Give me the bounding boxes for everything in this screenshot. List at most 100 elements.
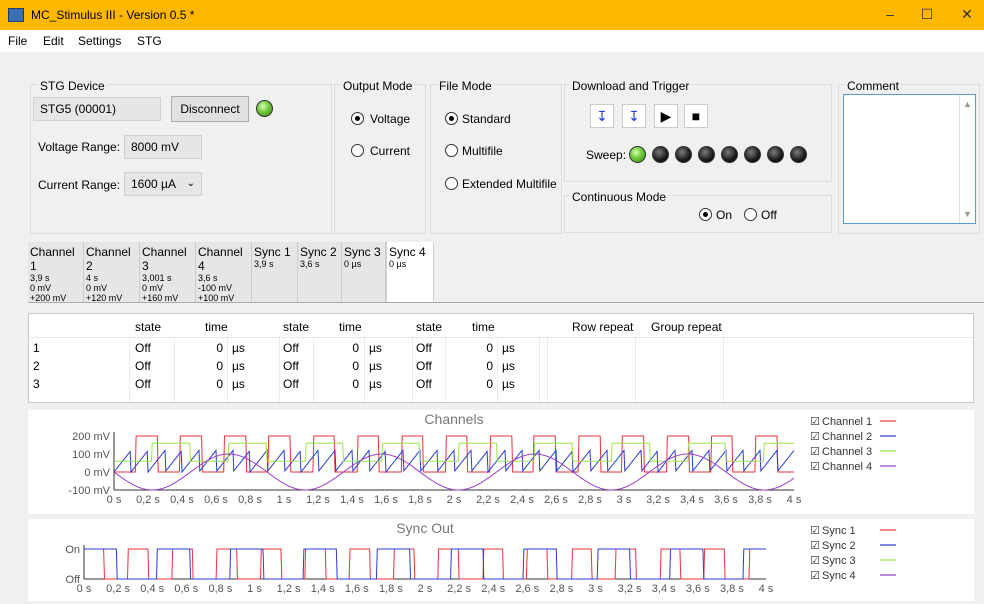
- x-tick-label: 3,6 s: [714, 494, 738, 506]
- comment-textarea[interactable]: ▲ ▼: [843, 94, 976, 224]
- standard-radio[interactable]: [445, 112, 458, 125]
- table-cell[interactable]: 0: [449, 341, 493, 355]
- table-cell[interactable]: µs: [232, 377, 245, 391]
- tab-channel-4[interactable]: Channel 4 3,6 s -100 mV +100 mV: [196, 242, 252, 303]
- scroll-up-icon[interactable]: ▲: [960, 99, 975, 109]
- app-icon: [8, 8, 24, 22]
- current-range-select[interactable]: 1600 µA ⌄: [124, 172, 202, 196]
- table-cell[interactable]: µs: [232, 341, 245, 355]
- current-radio[interactable]: [351, 144, 364, 157]
- table-cell[interactable]: 0: [315, 359, 359, 373]
- x-tick-label: 3,4 s: [652, 583, 676, 595]
- disconnect-button[interactable]: Disconnect: [171, 96, 249, 122]
- table-cell[interactable]: Off: [283, 359, 299, 373]
- table-cell[interactable]: µs: [502, 359, 515, 373]
- column-divider: [635, 338, 636, 402]
- table-cell[interactable]: Off: [416, 377, 432, 391]
- tab-min: 0 mV: [86, 283, 108, 293]
- table-row[interactable]: 3 Off 0 µs Off 0 µs Off 0 µs: [29, 376, 973, 394]
- table-cell[interactable]: Off: [135, 341, 151, 355]
- table-cell[interactable]: 0: [179, 359, 223, 373]
- table-cell[interactable]: µs: [369, 341, 382, 355]
- maximize-icon[interactable]: ☐: [917, 6, 937, 23]
- table-cell[interactable]: 0: [449, 377, 493, 391]
- series-line: [84, 548, 766, 580]
- download-start-icon[interactable]: ↧: [622, 104, 646, 128]
- x-tick-label: 1,8 s: [379, 583, 403, 595]
- table-cell[interactable]: µs: [502, 341, 515, 355]
- tab-min: -100 mV: [198, 283, 233, 293]
- table-cell[interactable]: µs: [502, 377, 515, 391]
- legend-checkbox-icon: ☑: [810, 431, 820, 443]
- x-tick-label: 0,2 s: [106, 583, 130, 595]
- table-cell[interactable]: µs: [232, 359, 245, 373]
- legend-label: Channel 1: [822, 416, 872, 428]
- device-name-field: STG5 (00001): [33, 97, 161, 121]
- table-cell[interactable]: µs: [369, 359, 382, 373]
- comment-scrollbar[interactable]: ▲ ▼: [959, 95, 975, 223]
- table-cell[interactable]: Off: [135, 359, 151, 373]
- menu-file[interactable]: File: [8, 34, 27, 48]
- table-cell[interactable]: 0: [179, 377, 223, 391]
- current-range-label: Current Range:: [38, 178, 121, 192]
- minimize-icon[interactable]: –: [880, 6, 900, 22]
- header-divider: [29, 337, 973, 338]
- x-tick-label: 2 s: [447, 494, 462, 506]
- tab-label: Sync 3: [344, 245, 381, 259]
- table-cell[interactable]: Off: [283, 377, 299, 391]
- table-cell[interactable]: 0: [315, 377, 359, 391]
- table-cell[interactable]: Off: [416, 341, 432, 355]
- table-cell[interactable]: Off: [135, 377, 151, 391]
- menu-stg[interactable]: STG: [137, 34, 162, 48]
- stop-icon[interactable]: ■: [684, 104, 708, 128]
- file-mode-group: [430, 84, 562, 234]
- menu-edit[interactable]: Edit: [43, 34, 64, 48]
- continuous-on-label: On: [716, 208, 733, 222]
- table-cell[interactable]: 3: [33, 377, 40, 391]
- table-cell[interactable]: 2: [33, 359, 40, 373]
- play-icon[interactable]: ▶: [654, 104, 678, 128]
- x-tick-label: 3 s: [617, 494, 632, 506]
- channels-plot: Channels0 s 0,2 s 0,4 s 0,6 s 0,8 s1 s 1,2 s1…: [68, 411, 896, 506]
- x-tick-label: 2,6 s: [515, 583, 539, 595]
- table-cell[interactable]: 0: [315, 341, 359, 355]
- tab-sync-2[interactable]: Sync 2 3,6 s: [298, 242, 342, 302]
- table-cell[interactable]: Off: [416, 359, 432, 373]
- table-cell[interactable]: 0: [449, 359, 493, 373]
- menu-settings[interactable]: Settings: [78, 34, 121, 48]
- col-time: time: [339, 320, 362, 334]
- tab-channel-3[interactable]: Channel 3 3,001 s 0 mV +160 mV: [140, 242, 196, 303]
- close-icon[interactable]: ✕: [957, 6, 977, 23]
- menu-bar: File Edit Settings STG: [0, 30, 984, 52]
- tab-divider: [28, 302, 984, 303]
- column-divider: [174, 338, 175, 402]
- sweep-led: [652, 146, 669, 163]
- x-tick-label: 1,2 s: [306, 494, 330, 506]
- table-row[interactable]: 1 Off 0 µs Off 0 µs Off 0 µs: [29, 340, 973, 358]
- table-cell[interactable]: 1: [33, 341, 40, 355]
- sweep-led: [744, 146, 761, 163]
- download-icon[interactable]: ↧: [590, 104, 614, 128]
- multifile-radio[interactable]: [445, 144, 458, 157]
- x-tick-label: 3,2 s: [618, 583, 642, 595]
- tab-sync-1[interactable]: Sync 1 3,9 s: [252, 242, 298, 302]
- tab-sync-4[interactable]: Sync 4 0 µs: [386, 242, 434, 302]
- tab-duration: 4 s: [86, 273, 99, 283]
- column-divider: [364, 338, 365, 402]
- tab-label: Sync 2: [300, 245, 337, 259]
- pulse-table[interactable]: state time state time state time Row rep…: [28, 313, 974, 403]
- tab-duration: 3,6 s: [300, 259, 320, 269]
- table-cell[interactable]: Off: [283, 341, 299, 355]
- extended-multifile-radio[interactable]: [445, 177, 458, 190]
- tab-channel-1[interactable]: Channel 1 3,9 s 0 mV +200 mV: [28, 242, 84, 303]
- table-cell[interactable]: µs: [369, 377, 382, 391]
- continuous-off-radio[interactable]: [744, 208, 757, 221]
- tab-channel-2[interactable]: Channel 2 4 s 0 mV +120 mV: [84, 242, 140, 303]
- tab-sync-3[interactable]: Sync 3 0 µs: [342, 242, 386, 302]
- col-time: time: [205, 320, 228, 334]
- voltage-radio[interactable]: [351, 112, 364, 125]
- table-cell[interactable]: 0: [179, 341, 223, 355]
- table-row[interactable]: 2 Off 0 µs Off 0 µs Off 0 µs: [29, 358, 973, 376]
- continuous-on-radio[interactable]: [699, 208, 712, 221]
- scroll-down-icon[interactable]: ▼: [960, 209, 975, 219]
